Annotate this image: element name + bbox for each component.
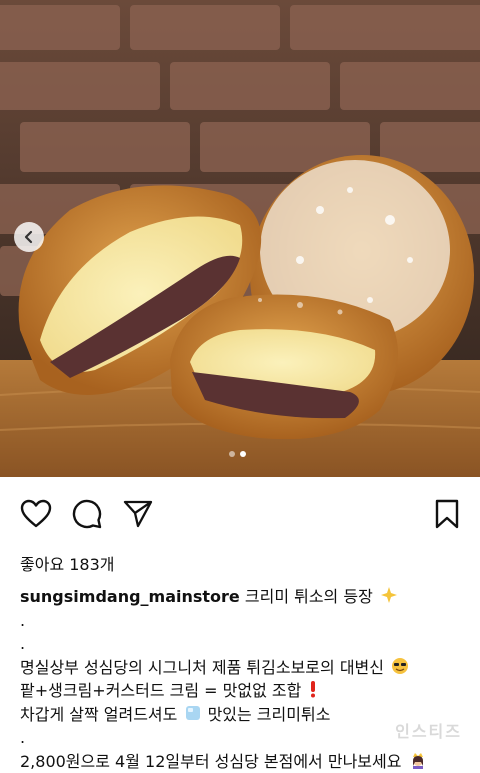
caption-text: 차갑게 살짝 얼려드셔도 — [20, 704, 178, 724]
like-button[interactable] — [19, 497, 53, 531]
caption-title: 크리미 튀소의 등장 — [244, 587, 373, 606]
caption-text: 명실상부 성심당의 시그니처 제품 튀김소보로의 대변신 — [20, 657, 384, 677]
caption-line: 명실상부 성심당의 시그니처 제품 튀김소보로의 대변신 — [20, 656, 470, 680]
carousel-indicator — [229, 451, 246, 457]
woman-with-crown-icon — [409, 751, 427, 773]
post-action-bar — [0, 497, 480, 533]
carousel-prev-button[interactable] — [14, 222, 44, 252]
site-watermark: 인스티즈 — [395, 722, 462, 741]
caption-line: . — [20, 634, 26, 653]
likes-count[interactable]: 좋아요 183개 — [20, 551, 115, 575]
heart-icon — [20, 499, 52, 528]
red-exclamation-icon — [308, 680, 318, 703]
caption-header: sungsimdang_mainstore 크리미 튀소의 등장 — [20, 585, 470, 609]
sunglasses-face-icon — [391, 657, 409, 680]
caption-text: 팥+생크림+커스터드 크림 = 맛없없 조합 — [20, 681, 302, 700]
caption-line: 2,800원으로 4월 12일부터 성심당 본점에서 만나보세요 — [20, 750, 470, 773]
save-button[interactable] — [430, 497, 464, 531]
caption-line: 팥+생크림+커스터드 크림 = 맛없없 조합 — [20, 679, 470, 703]
share-button[interactable] — [121, 497, 155, 531]
chevron-left-icon — [24, 230, 33, 244]
username-link[interactable]: sungsimdang_mainstore — [20, 587, 240, 606]
ice-cube-icon — [184, 704, 202, 727]
comment-button[interactable] — [70, 497, 104, 531]
sparkle-star-icon — [380, 586, 398, 609]
post-caption: sungsimdang_mainstore 크리미 튀소의 등장 . . 명실상… — [20, 585, 470, 773]
paper-plane-icon — [123, 500, 153, 528]
carousel-dot — [229, 451, 235, 457]
post-photo[interactable] — [0, 0, 480, 477]
bookmark-icon — [435, 499, 459, 529]
caption-text: 2,800원으로 4월 12일부터 성심당 본점에서 만나보세요 — [20, 751, 402, 771]
pastry-photo-illustration — [0, 0, 480, 477]
caption-line: . — [20, 610, 26, 630]
caption-text: 맛있는 크리미튀소 — [207, 704, 331, 724]
carousel-dot-active — [240, 451, 246, 457]
comment-icon — [72, 499, 102, 529]
